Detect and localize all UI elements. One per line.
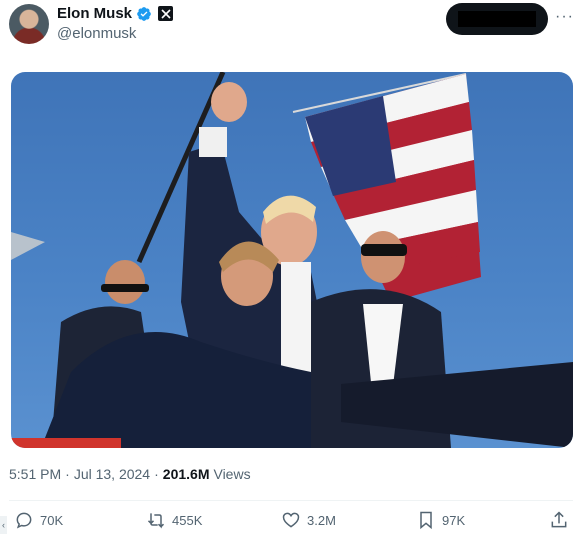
author-avatar[interactable] bbox=[9, 4, 49, 44]
photo-illustration bbox=[11, 72, 573, 448]
crowd-figures bbox=[41, 82, 573, 448]
meta-separator: · bbox=[65, 466, 70, 482]
share-icon bbox=[551, 511, 567, 528]
repost-icon bbox=[147, 513, 165, 529]
heart-icon bbox=[282, 512, 300, 528]
like-count: 3.2M bbox=[307, 512, 336, 528]
post-meta: 5:51 PM · Jul 13, 2024 · 201.6M Views bbox=[9, 466, 251, 482]
bookmark-button[interactable]: 97K bbox=[416, 510, 465, 530]
reply-icon bbox=[16, 512, 32, 529]
post-date[interactable]: Jul 13, 2024 bbox=[74, 466, 150, 482]
stage-edge bbox=[11, 438, 121, 448]
divider bbox=[9, 500, 573, 501]
like-button[interactable]: 3.2M bbox=[281, 510, 336, 530]
views-count: 201.6M bbox=[162, 466, 210, 482]
meta-separator: · bbox=[154, 466, 159, 482]
reply-button[interactable]: 70K bbox=[14, 510, 63, 530]
share-button[interactable] bbox=[549, 510, 569, 530]
redacted-follow-button[interactable] bbox=[446, 3, 548, 35]
reply-count: 70K bbox=[40, 512, 64, 528]
bookmark-icon bbox=[420, 511, 432, 530]
author-handle[interactable]: @elonmusk bbox=[57, 25, 136, 42]
repost-count: 455K bbox=[172, 512, 203, 528]
post-time[interactable]: 5:51 PM bbox=[9, 466, 61, 482]
views-label: Views bbox=[213, 466, 251, 482]
post-header: Elon Musk @elonmusk ··· bbox=[0, 0, 573, 60]
post-photo[interactable] bbox=[11, 72, 573, 448]
action-bar: 70K 455K 3.2M 97K bbox=[0, 510, 573, 538]
verified-badge-icon bbox=[137, 6, 151, 21]
bookmark-count: 97K bbox=[442, 512, 466, 528]
more-options-icon[interactable]: ··· bbox=[555, 8, 573, 26]
repost-button[interactable]: 455K bbox=[146, 510, 202, 530]
x-logo-icon bbox=[158, 6, 174, 21]
author-name[interactable]: Elon Musk bbox=[57, 5, 132, 22]
redaction-bar bbox=[458, 11, 536, 27]
left-object bbox=[11, 232, 45, 260]
author-name-row: Elon Musk bbox=[57, 5, 174, 22]
